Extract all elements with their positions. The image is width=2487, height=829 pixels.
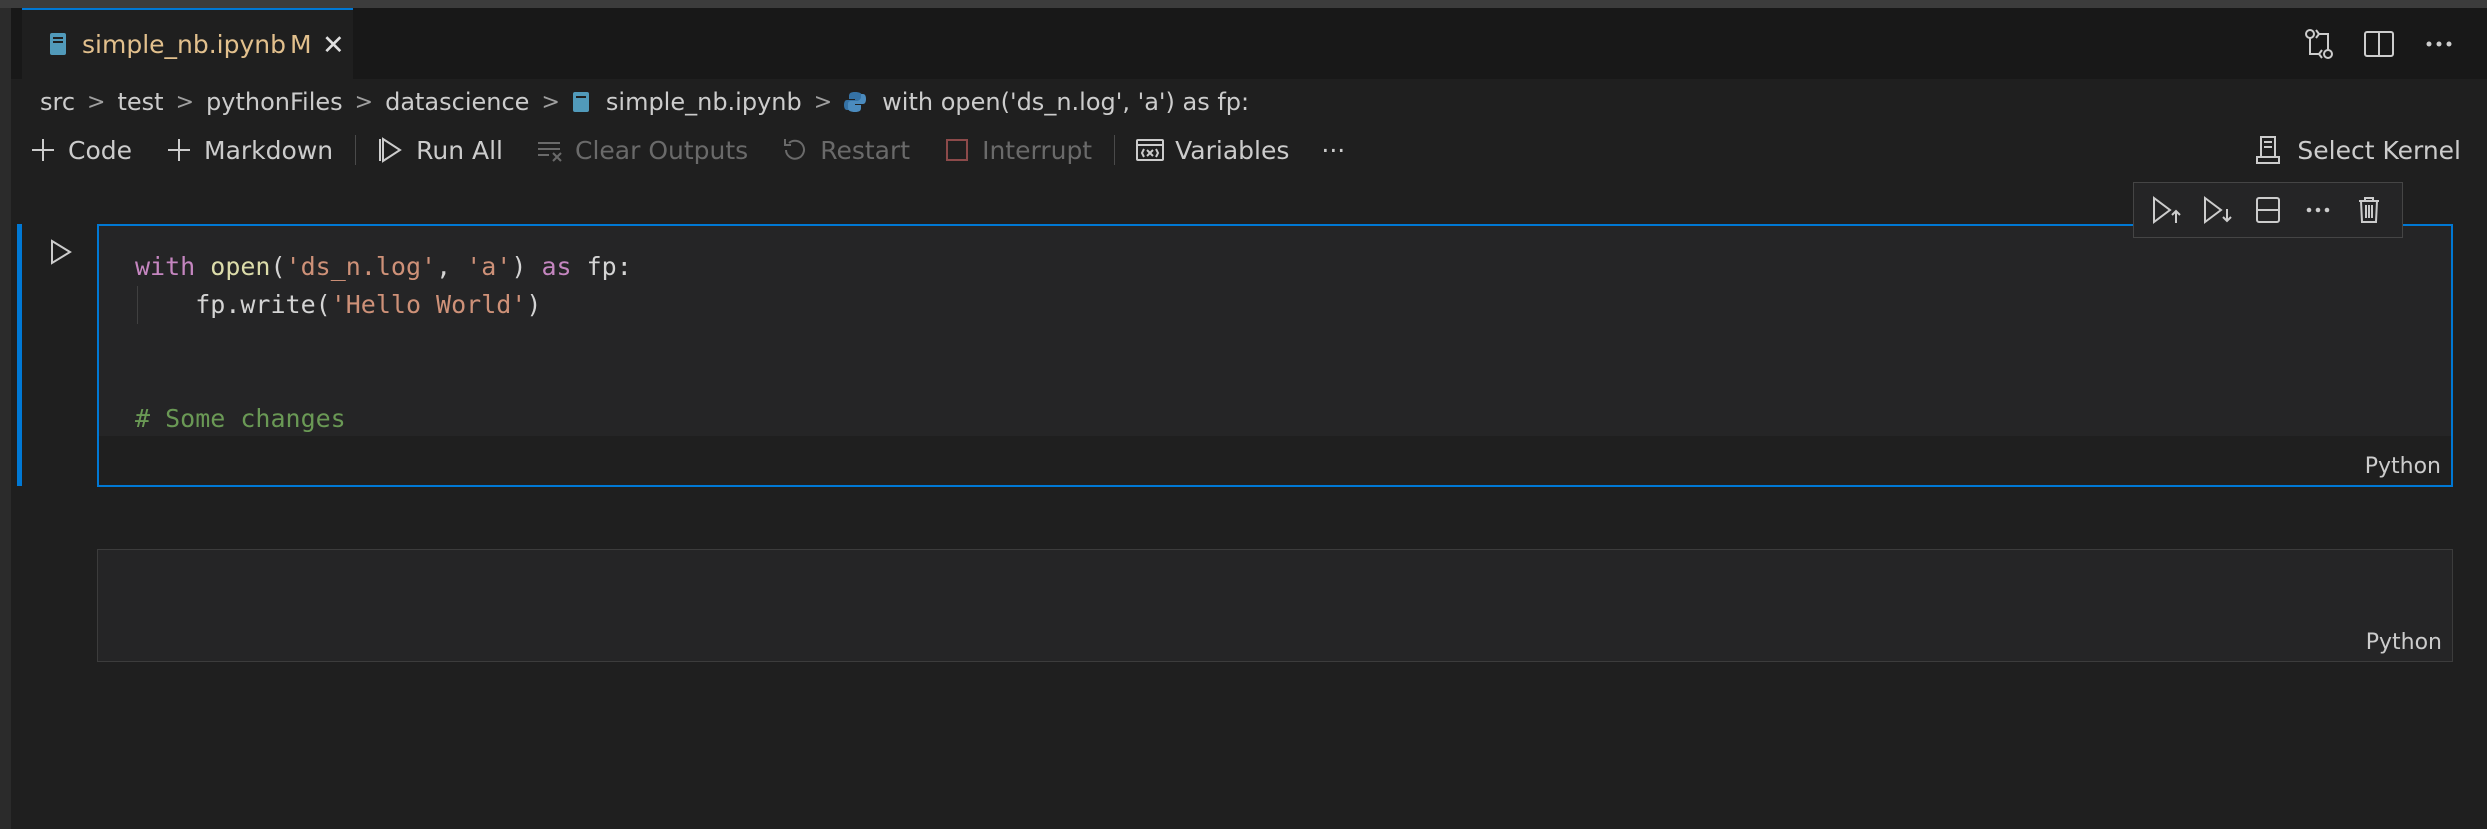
more-icon: ··· (1321, 135, 1346, 165)
breadcrumb-item-pythonfiles[interactable]: pythonFiles (206, 88, 343, 116)
code-cell[interactable]: with open('ds_n.log', 'a') as fp: fp.wri… (97, 224, 2453, 487)
cell-language-label[interactable]: Python (2365, 454, 2441, 479)
code-token: 'a' (466, 252, 512, 281)
code-token: ( (270, 252, 286, 281)
breadcrumb-item-src[interactable]: src (40, 88, 75, 116)
code-token: ) (511, 252, 542, 281)
tab-modified-badge: M (290, 30, 312, 59)
left-edge (0, 8, 11, 829)
close-icon[interactable]: ✕ (322, 30, 345, 61)
split-editor-icon[interactable] (2361, 26, 2397, 62)
code-token: ) (526, 290, 542, 319)
code-content[interactable]: with open('ds_n.log', 'a') as fp: fp.wri… (135, 248, 632, 438)
delete-cell-icon[interactable] (2352, 193, 2386, 227)
tab-bar: simple_nb.ipynb M ✕ (11, 8, 2487, 79)
run-cell-icon[interactable] (46, 235, 76, 269)
breadcrumb-item-test[interactable]: test (117, 88, 163, 116)
toolbar-more-button[interactable]: ··· (1321, 136, 1345, 165)
notebook-icon (572, 92, 589, 112)
code-token: fp.write( (195, 290, 331, 319)
variables-button[interactable]: Variables (1135, 135, 1289, 165)
notebook-icon (50, 33, 66, 55)
more-actions-icon[interactable] (2421, 26, 2457, 62)
code-token: , (436, 252, 467, 281)
add-code-cell-button[interactable]: Code (28, 135, 132, 165)
cell-more-icon[interactable] (2301, 193, 2335, 227)
window-top-strip (0, 0, 2487, 8)
code-cell[interactable]: Python (97, 549, 2453, 662)
code-token: 'ds_n.log' (285, 252, 437, 281)
select-kernel-button[interactable]: Select Kernel (2253, 130, 2461, 170)
add-markdown-cell-button[interactable]: Markdown (164, 135, 333, 165)
code-comment: # Some changes (135, 404, 346, 433)
clear-all-icon (538, 142, 562, 162)
plus-icon (168, 139, 191, 161)
cell-focus-indicator[interactable] (17, 224, 22, 486)
variables-icon (1136, 139, 1165, 161)
restart-label: Restart (820, 135, 911, 165)
interrupt-button[interactable]: Interrupt (942, 135, 1092, 165)
run-all-icon (379, 137, 402, 163)
code-token: as (541, 252, 572, 281)
chevron-right-icon: > (813, 89, 833, 115)
chevron-right-icon: > (541, 89, 560, 115)
code-token: 'Hello World' (330, 290, 527, 319)
execute-below-icon[interactable] (2201, 193, 2235, 227)
interrupt-label: Interrupt (982, 135, 1093, 165)
restart-button[interactable]: Restart (780, 135, 910, 165)
tab-simple-nb[interactable]: simple_nb.ipynb M ✕ (22, 8, 353, 79)
split-cell-icon[interactable] (2251, 193, 2285, 227)
run-all-label: Run All (416, 135, 504, 165)
tab-title: simple_nb.ipynb (82, 30, 287, 59)
chevron-right-icon: > (354, 89, 374, 115)
plus-icon (32, 139, 54, 161)
notebook-toolbar: Code Markdown Run All Clear Outputs Rest… (28, 130, 1377, 170)
select-kernel-label: Select Kernel (2297, 135, 2461, 165)
editor-actions (2301, 26, 2457, 62)
python-icon (844, 92, 867, 112)
code-token: open (210, 252, 271, 281)
variables-label: Variables (1175, 135, 1290, 165)
clear-outputs-label: Clear Outputs (575, 135, 749, 165)
code-token: fp: (571, 252, 632, 281)
toolbar-divider (355, 135, 357, 165)
breadcrumb-item-datascience[interactable]: datascience (385, 88, 529, 116)
restart-icon (784, 139, 806, 160)
clear-outputs-button[interactable]: Clear Outputs (535, 135, 748, 165)
execute-above-icon[interactable] (2150, 193, 2184, 227)
cell-editor[interactable]: with open('ds_n.log', 'a') as fp: fp.wri… (99, 226, 2451, 436)
breadcrumb: src > test > pythonFiles > datascience >… (40, 86, 1249, 118)
breadcrumb-item-notebook[interactable]: simple_nb.ipynb (606, 88, 802, 116)
breadcrumb-item-cell[interactable]: with open('ds_n.log', 'a') as fp: (882, 88, 1249, 116)
cell-language-label[interactable]: Python (2366, 630, 2442, 655)
compare-changes-icon[interactable] (2301, 26, 2337, 62)
toolbar-divider (1114, 135, 1116, 165)
code-token: with (135, 252, 196, 281)
run-all-button[interactable]: Run All (376, 135, 503, 165)
add-markdown-label: Markdown (204, 135, 334, 165)
add-code-label: Code (68, 135, 133, 165)
chevron-right-icon: > (175, 89, 195, 115)
chevron-right-icon: > (87, 89, 106, 115)
stop-icon (946, 139, 969, 161)
cell-toolbar (2133, 182, 2403, 238)
server-environment-icon (2256, 136, 2281, 164)
